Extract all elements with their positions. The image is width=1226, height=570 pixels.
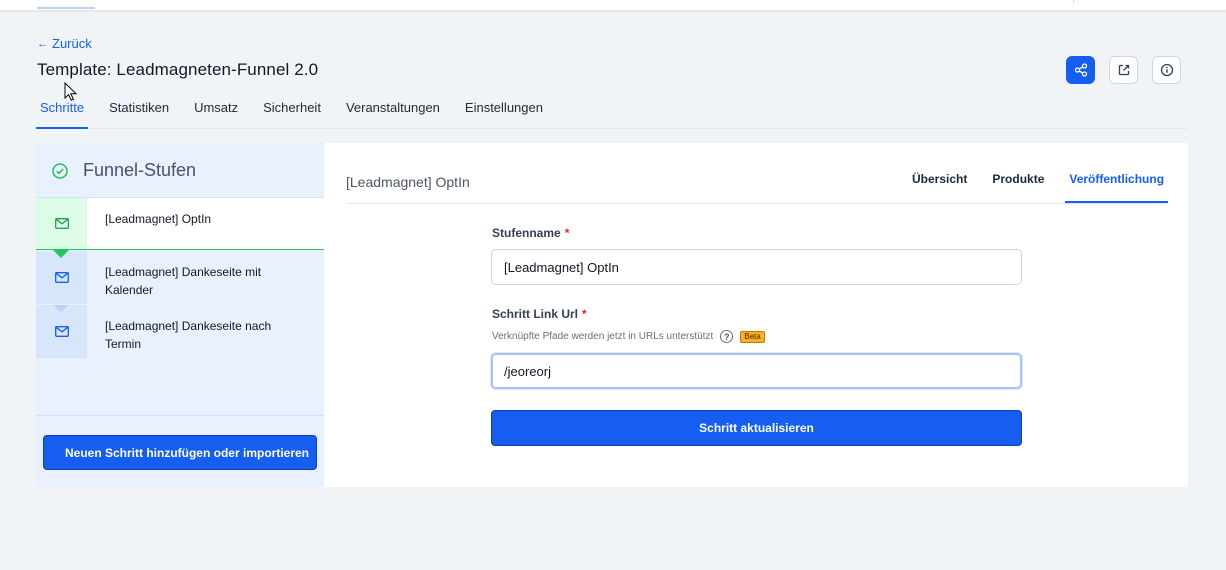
funnel-step-label: [Leadmagnet] OptIn [105, 212, 212, 226]
check-circle-icon [52, 162, 68, 179]
external-link-icon [1118, 64, 1129, 76]
back-link-label: Zurück [52, 36, 92, 51]
required-marker: * [582, 307, 587, 321]
beta-badge: Beta [740, 330, 765, 343]
required-marker: * [564, 226, 570, 240]
page-title: Template: Leadmagneten-Funnel 2.0 [37, 60, 319, 79]
share-icon [1074, 63, 1087, 77]
step-name-label: Stufenname * [492, 226, 569, 240]
funnel-step-label: [Leadmagnet] Dankeseite mit Kalender [105, 265, 262, 297]
step-icon-cell [36, 305, 87, 358]
mouse-cursor-icon [64, 82, 77, 101]
tab-schritte[interactable]: Schritte [36, 96, 89, 129]
top-navigation-bar [0, 0, 1226, 11]
detail-tabs: Übersicht Produkte Veröffentlichung [908, 165, 1169, 203]
info-button[interactable] [1152, 56, 1181, 84]
update-step-button[interactable]: Schritt aktualisieren [491, 410, 1022, 446]
help-icon[interactable]: ? [720, 330, 734, 343]
step-url-label: Schritt Link Url * [492, 307, 587, 321]
step-url-input[interactable] [491, 353, 1022, 389]
step-detail-panel: [Leadmagnet] OptIn Übersicht Produkte Ve… [324, 143, 1188, 487]
funnel-step-dankeseite-termin[interactable]: [Leadmagnet] Dankeseite nach Termin [36, 305, 324, 358]
mail-icon [54, 272, 69, 283]
active-step-pointer [53, 250, 69, 258]
tab-umsatz[interactable]: Umsatz [190, 96, 242, 129]
step-url-label-text: Schritt Link Url [492, 307, 579, 321]
tab-veroeffentlichung[interactable]: Veröffentlichung [1065, 165, 1169, 203]
funnel-step-optin[interactable]: [Leadmagnet] OptIn [36, 197, 324, 258]
funnel-step-label: [Leadmagnet] Dankeseite nach Termin [105, 319, 272, 351]
tab-einstellungen[interactable]: Einstellungen [461, 96, 547, 129]
funnel-steps-panel: Funnel-Stufen [Leadmagnet] OptIn [Leadma… [36, 143, 324, 487]
add-step-button[interactable]: Neuen Schritt hinzufügen oder importiere… [43, 435, 317, 470]
step-icon-cell [36, 198, 87, 258]
top-nav-active-indicator [37, 7, 95, 9]
main-tabs: Schritte Statistiken Umsatz Sicherheit V… [36, 96, 1188, 129]
info-icon [1160, 63, 1173, 77]
url-hint: Verknüpfte Pfade werden jetzt in URLs un… [492, 330, 765, 343]
panel-divider [36, 415, 324, 416]
arrow-left-icon: ← [37, 37, 48, 50]
url-hint-text: Verknüpfte Pfade werden jetzt in URLs un… [492, 331, 714, 342]
funnel-step-dankeseite-kalender[interactable]: [Leadmagnet] Dankeseite mit Kalender [36, 251, 324, 304]
funnel-steps-header: Funnel-Stufen [36, 143, 324, 198]
detail-tabs-divider [346, 203, 1166, 204]
step-connector-pointer [53, 305, 69, 312]
share-button[interactable] [1066, 56, 1095, 84]
step-icon-cell [36, 251, 87, 304]
step-name-input[interactable] [491, 249, 1022, 285]
mail-icon [54, 218, 69, 229]
tab-veranstaltungen[interactable]: Veranstaltungen [342, 96, 444, 129]
tab-statistiken[interactable]: Statistiken [105, 96, 173, 129]
step-name-label-text: Stufenname [492, 226, 561, 240]
top-nav-separator [1073, 0, 1074, 3]
tab-produkte[interactable]: Produkte [988, 165, 1048, 203]
back-link[interactable]: ← Zurück [37, 36, 92, 51]
funnel-steps-title: Funnel-Stufen [83, 160, 197, 180]
mail-icon [54, 326, 69, 337]
open-preview-button[interactable] [1109, 56, 1138, 84]
tab-uebersicht[interactable]: Übersicht [908, 165, 971, 203]
step-title: [Leadmagnet] OptIn [346, 174, 470, 190]
tab-sicherheit[interactable]: Sicherheit [259, 96, 325, 129]
